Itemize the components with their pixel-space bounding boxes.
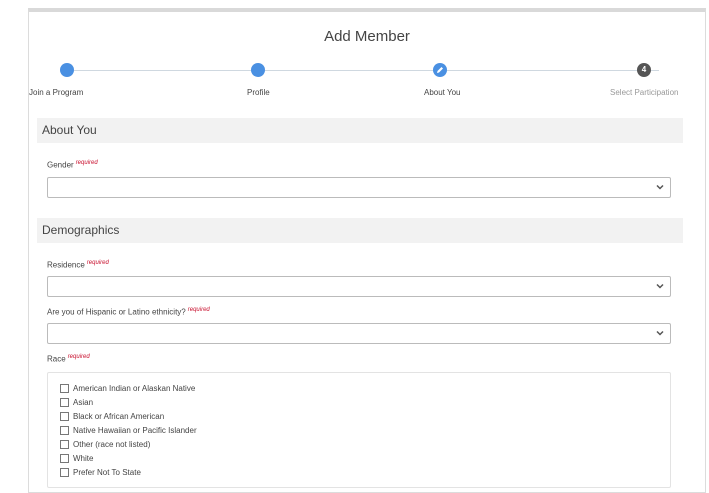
race-label-text: Race bbox=[47, 354, 66, 364]
required-marker: required bbox=[67, 354, 90, 360]
required-marker: required bbox=[86, 260, 109, 266]
progress-stepper: Join a Program Profile About You 4 Selec… bbox=[29, 63, 705, 103]
step-number-badge: 4 bbox=[637, 63, 651, 77]
checkbox[interactable] bbox=[60, 426, 69, 435]
gender-select[interactable] bbox=[47, 177, 671, 198]
race-option[interactable]: Black or African American bbox=[60, 411, 164, 422]
residence-label-text: Residence bbox=[47, 260, 85, 270]
hispanic-label-text: Are you of Hispanic or Latino ethnicity? bbox=[47, 307, 186, 317]
chevron-down-icon bbox=[656, 330, 664, 336]
step-complete-dot bbox=[60, 63, 74, 77]
race-option[interactable]: White bbox=[60, 453, 93, 464]
step-label-join-program: Join a Program bbox=[29, 88, 84, 97]
step-current-dot bbox=[433, 63, 447, 77]
page-title: Add Member bbox=[324, 28, 410, 45]
chevron-down-icon bbox=[656, 283, 664, 289]
race-option[interactable]: Asian bbox=[60, 397, 93, 408]
race-option[interactable]: Prefer Not To State bbox=[60, 467, 141, 478]
race-option-label: White bbox=[73, 454, 94, 463]
residence-label: Residence required bbox=[47, 260, 109, 270]
section-header-demographics: Demographics bbox=[37, 218, 683, 243]
checkbox[interactable] bbox=[60, 384, 69, 393]
step-label-profile: Profile bbox=[247, 88, 270, 97]
gender-label: Gender required bbox=[47, 160, 98, 170]
step-label-about-you: About You bbox=[424, 88, 461, 97]
residence-select[interactable] bbox=[47, 276, 671, 297]
step-complete-dot bbox=[251, 63, 265, 77]
add-member-panel: Add Member Join a Program Profile About … bbox=[28, 8, 706, 493]
race-option[interactable]: Other (race not listed) bbox=[60, 439, 150, 450]
race-option-label: Native Hawaiian or Pacific Islander bbox=[73, 426, 197, 435]
race-option-label: Other (race not listed) bbox=[73, 440, 151, 449]
race-label: Race required bbox=[47, 354, 90, 364]
checkbox[interactable] bbox=[60, 398, 69, 407]
chevron-down-icon bbox=[656, 184, 664, 190]
hispanic-select[interactable] bbox=[47, 323, 671, 344]
checkbox[interactable] bbox=[60, 440, 69, 449]
gender-label-text: Gender bbox=[47, 160, 74, 170]
race-option[interactable]: American Indian or Alaskan Native bbox=[60, 383, 195, 394]
race-options-box: American Indian or Alaskan Native Asian … bbox=[47, 372, 671, 488]
pencil-icon bbox=[437, 67, 443, 73]
checkbox[interactable] bbox=[60, 454, 69, 463]
checkbox[interactable] bbox=[60, 468, 69, 477]
race-option-label: Asian bbox=[73, 398, 94, 407]
race-option-label: American Indian or Alaskan Native bbox=[73, 384, 196, 393]
checkbox[interactable] bbox=[60, 412, 69, 421]
race-option[interactable]: Native Hawaiian or Pacific Islander bbox=[60, 425, 197, 436]
section-header-about-you: About You bbox=[37, 118, 683, 143]
required-marker: required bbox=[187, 307, 210, 313]
step-label-select-participation: Select Participation bbox=[610, 88, 679, 97]
stepper-track bbox=[74, 70, 659, 71]
race-option-label: Black or African American bbox=[73, 412, 165, 421]
race-option-label: Prefer Not To State bbox=[73, 468, 141, 477]
required-marker: required bbox=[75, 160, 98, 166]
hispanic-label: Are you of Hispanic or Latino ethnicity?… bbox=[47, 307, 210, 317]
